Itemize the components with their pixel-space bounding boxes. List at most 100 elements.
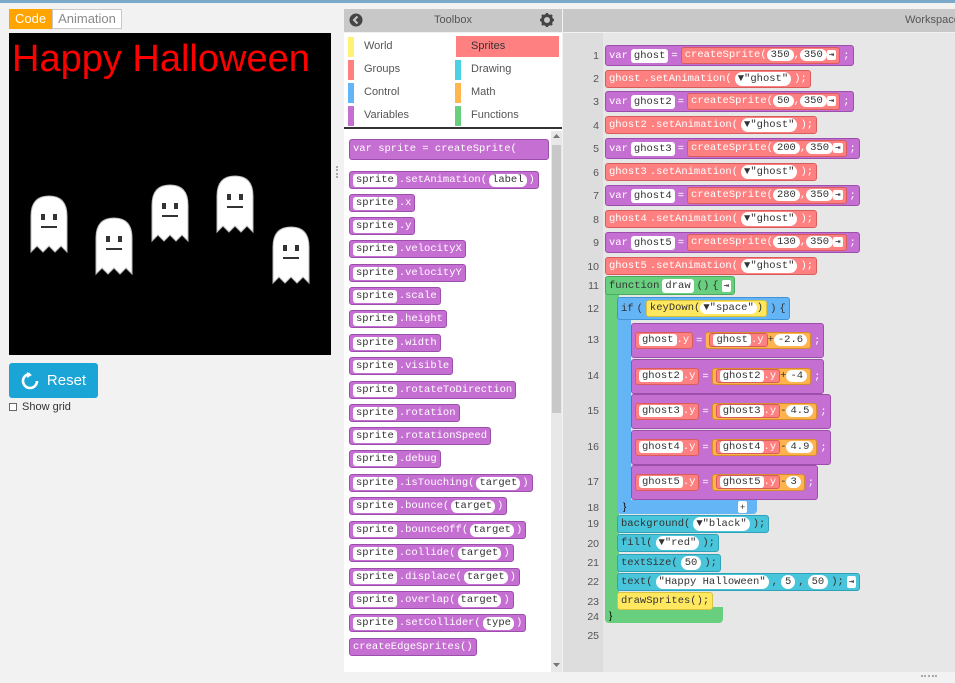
x-arg[interactable]: 200	[772, 142, 800, 154]
workspace-panel[interactable]: 1 2 3 4 5 6 7 8 9 10 11 12 13 14 15 16 17 18 19 20 21 22 23 24 2…	[563, 33, 955, 672]
category-control[interactable]: Control	[344, 82, 453, 103]
create-sprite-call[interactable]: createSprite(350, 350 ⇥	[680, 47, 841, 64]
create-sprite-call[interactable]: createSprite(280, 350 ⇥	[687, 187, 847, 204]
block-sprite-bounceoff-target[interactable]: sprite .bounceOff(target)	[349, 521, 527, 539]
expand-arrow-icon[interactable]: ⇥	[826, 96, 837, 106]
category-world[interactable]: World	[344, 36, 453, 57]
fill-call[interactable]: fill(▼"red");	[617, 534, 719, 552]
block-sprite-visible[interactable]: sprite .visible	[349, 357, 454, 375]
block-sprite-rotation[interactable]: sprite .rotation	[349, 404, 460, 422]
math-expression[interactable]: ghost5 .y -3	[711, 474, 805, 491]
variable-ref[interactable]: ghost5	[719, 476, 764, 488]
if-statement[interactable]: if(keyDown(▼"space")){	[617, 297, 790, 320]
y-arg[interactable]: 350	[806, 236, 834, 248]
variable-ref[interactable]: ghost4	[639, 441, 683, 453]
gear-icon[interactable]	[540, 13, 554, 27]
x-arg[interactable]: 130	[772, 236, 800, 248]
category-groups[interactable]: Groups	[344, 59, 453, 80]
assignment-ghost4-y[interactable]: ghost4 .y = ghost4 .y -4.9;	[631, 430, 831, 465]
set-animation-ghost3[interactable]: ghost3 .setAnimation(▼"ghost");	[605, 163, 818, 181]
background-call[interactable]: background(▼"black");	[617, 515, 770, 533]
variable-name[interactable]: ghost5	[630, 235, 675, 250]
key-string[interactable]: ▼"space"	[700, 302, 757, 314]
set-animation-ghost5[interactable]: ghost5 .setAnimation(▼"ghost");	[605, 257, 818, 275]
property-ref[interactable]: ghost5 .y	[635, 474, 700, 491]
expand-arrow-icon[interactable]: ⇥	[833, 237, 843, 247]
property-ref[interactable]: ghost5 .y	[715, 475, 781, 489]
color-string[interactable]: ▼"black"	[693, 517, 750, 531]
show-grid-checkbox[interactable]	[9, 403, 17, 411]
anim-string[interactable]: ▼"ghost"	[741, 212, 798, 226]
assignment-ghost2-y[interactable]: ghost2 .y = ghost2 .y + -4;	[631, 359, 825, 394]
anim-string[interactable]: ▼"ghost"	[741, 259, 798, 273]
math-expression[interactable]: ghost .y + -2.6	[705, 332, 812, 349]
property-ref[interactable]: ghost2 .y	[715, 369, 781, 383]
size-value[interactable]: 50	[680, 556, 702, 570]
block-sprite-bounce-target[interactable]: sprite .bounce(target)	[349, 497, 508, 515]
keydown-call[interactable]: keyDown(▼"space")	[645, 300, 768, 317]
block-sprite-setanimation-label[interactable]: sprite .setAnimation(label)	[349, 171, 539, 189]
category-math[interactable]: Math	[451, 82, 560, 103]
property-ref[interactable]: ghost .y	[709, 333, 768, 347]
variable-name[interactable]: ghost	[630, 48, 669, 63]
expand-arrow-icon[interactable]: ⇥	[826, 50, 837, 60]
block-sprite-velocityx[interactable]: sprite .velocityX	[349, 240, 466, 258]
color-string[interactable]: ▼"red"	[655, 536, 700, 550]
math-expression[interactable]: ghost4 .y -4.9	[711, 439, 818, 456]
y-arg[interactable]: 350	[806, 142, 834, 154]
delta-value[interactable]: -2.6	[773, 334, 808, 346]
add-else-icon[interactable]: +	[738, 501, 748, 513]
variable-name[interactable]: ghost3	[630, 141, 675, 156]
variable-name[interactable]: ghost4	[630, 188, 675, 203]
assignment-ghost5-y[interactable]: ghost5 .y = ghost5 .y -3;	[631, 465, 819, 500]
block-sprite-istouching-target[interactable]: sprite .isTouching(target)	[349, 474, 533, 492]
text-x[interactable]: 5	[780, 575, 796, 589]
x-arg[interactable]: 280	[772, 189, 800, 201]
y-arg[interactable]: 350	[806, 189, 834, 201]
anim-string[interactable]: ▼"ghost"	[741, 165, 798, 179]
var-declaration-ghost4[interactable]: var ghost4 = createSprite(280, 350 ⇥;	[605, 185, 860, 206]
tab-code[interactable]: Code	[9, 9, 53, 29]
variable-ref[interactable]: ghost	[713, 334, 751, 346]
category-drawing[interactable]: Drawing	[451, 59, 560, 80]
property-ref[interactable]: ghost2 .y	[635, 368, 700, 385]
block-sprite-velocityy[interactable]: sprite .velocityY	[349, 264, 466, 282]
draw-sprites-call[interactable]: drawSprites();	[617, 592, 714, 610]
category-variables[interactable]: Variables	[344, 105, 453, 126]
block-sprite-height[interactable]: sprite .height	[349, 310, 447, 328]
block-sprite-displace-target[interactable]: sprite .displace(target)	[349, 568, 520, 586]
expand-arrow-icon[interactable]: ⇥	[833, 143, 843, 153]
block-sprite-debug[interactable]: sprite .debug	[349, 450, 441, 468]
set-animation-ghost4[interactable]: ghost4 .setAnimation(▼"ghost");	[605, 210, 818, 228]
set-animation-ghost[interactable]: ghost .setAnimation(▼"ghost");	[605, 70, 811, 88]
property-ref[interactable]: ghost .y	[635, 332, 694, 349]
math-expression[interactable]: ghost3 .y -4.5	[711, 403, 818, 420]
block-sprite-overlap-target[interactable]: sprite .overlap(target)	[349, 591, 514, 609]
delta-value[interactable]: -4	[786, 370, 808, 382]
function-definition[interactable]: function draw(){⇥	[605, 276, 735, 295]
y-arg[interactable]: 350	[799, 49, 827, 61]
variable-ref[interactable]: ghost5	[639, 476, 683, 488]
variable-ref[interactable]: ghost2	[639, 370, 683, 382]
expand-arrow-icon[interactable]: ⇥	[721, 279, 731, 292]
property-ref[interactable]: ghost4 .y	[715, 440, 781, 454]
x-arg[interactable]: 350	[766, 49, 794, 61]
function-name[interactable]: draw	[662, 278, 694, 293]
var-declaration-ghost2[interactable]: var ghost2 = createSprite(50, 350 ⇥;	[605, 91, 854, 112]
delta-value[interactable]: 4.9	[786, 441, 814, 453]
var-declaration-ghost[interactable]: var ghost = createSprite(350, 350 ⇥;	[605, 45, 854, 66]
create-sprite-call[interactable]: createSprite(130, 350 ⇥	[687, 234, 847, 251]
property-ref[interactable]: ghost3 .y	[635, 403, 700, 420]
block-sprite-x[interactable]: sprite .x	[349, 194, 416, 212]
block-createedgesprites[interactable]: createEdgeSprites()	[349, 638, 477, 656]
block-create-sprite[interactable]: var sprite = createSprite(	[349, 139, 549, 160]
scroll-down-icon[interactable]	[552, 661, 561, 669]
delta-value[interactable]: 3	[786, 476, 801, 488]
category-functions[interactable]: Functions	[451, 105, 560, 126]
show-grid-toggle[interactable]: Show grid	[9, 401, 71, 413]
variable-ref[interactable]: ghost3	[719, 405, 764, 417]
resize-grip[interactable]	[336, 166, 340, 178]
block-sprite-rotatetodirection[interactable]: sprite .rotateToDirection	[349, 381, 517, 399]
assignment-ghost-y[interactable]: ghost .y = ghost .y + -2.6;	[631, 323, 825, 358]
variable-ref[interactable]: ghost4	[719, 441, 764, 453]
